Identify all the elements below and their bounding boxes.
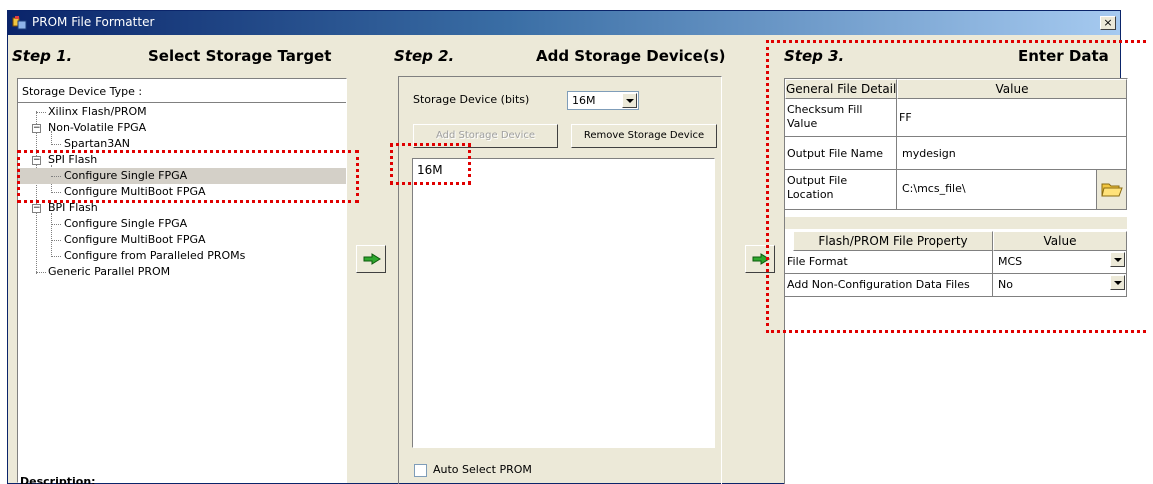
tree-item-generic-parallel-prom[interactable]: Generic Parallel PROM <box>18 264 338 280</box>
step2-title: Add Storage Device(s) <box>536 47 726 65</box>
title-bar: PROM File Formatter × <box>8 11 1120 35</box>
tree-item-bpi-configure-single-fpga[interactable]: Configure Single FPGA <box>18 216 338 232</box>
storage-device-select[interactable]: 16M <box>567 91 639 110</box>
highlight-16m <box>390 143 471 185</box>
tree-header: Storage Device Type : <box>18 79 346 103</box>
description-label: Description: <box>20 475 96 484</box>
step2-number: Step 2. <box>394 47 455 65</box>
step1-number: Step 1. <box>12 47 73 65</box>
auto-select-prom-label: Auto Select PROM <box>433 463 532 476</box>
collapse-icon[interactable]: − <box>32 124 41 133</box>
step1-title: Select Storage Target <box>148 47 332 65</box>
next-step-arrow-button[interactable] <box>356 245 386 273</box>
auto-select-prom-checkbox[interactable] <box>414 464 427 477</box>
tree-item-configure-from-paralleled-proms[interactable]: Configure from Paralleled PROMs <box>18 248 338 264</box>
close-button[interactable]: × <box>1100 16 1116 30</box>
app-icon <box>12 16 27 30</box>
tree-item-xilinx-flash[interactable]: Xilinx Flash/PROM <box>18 104 338 120</box>
storage-device-tree: Storage Device Type : Xilinx Flash/PROM … <box>17 78 347 483</box>
window-title: PROM File Formatter <box>32 15 155 29</box>
remove-storage-device-button[interactable]: Remove Storage Device <box>571 124 717 148</box>
right-arrow-icon <box>363 253 381 265</box>
highlight-enter-data <box>766 40 1146 333</box>
tree-item-bpi-configure-multiboot-fpga[interactable]: Configure MultiBoot FPGA <box>18 232 338 248</box>
storage-device-label: Storage Device (bits) <box>413 93 530 106</box>
add-storage-device-panel: Storage Device (bits) 16M Add Storage De… <box>398 76 722 484</box>
collapse-icon[interactable]: − <box>32 204 41 213</box>
tree-item-non-volatile-fpga[interactable]: − Non-Volatile FPGA <box>18 120 338 136</box>
highlight-spi-flash <box>17 150 359 203</box>
storage-device-list[interactable]: 16M <box>412 158 715 448</box>
chevron-down-icon[interactable] <box>622 93 637 108</box>
